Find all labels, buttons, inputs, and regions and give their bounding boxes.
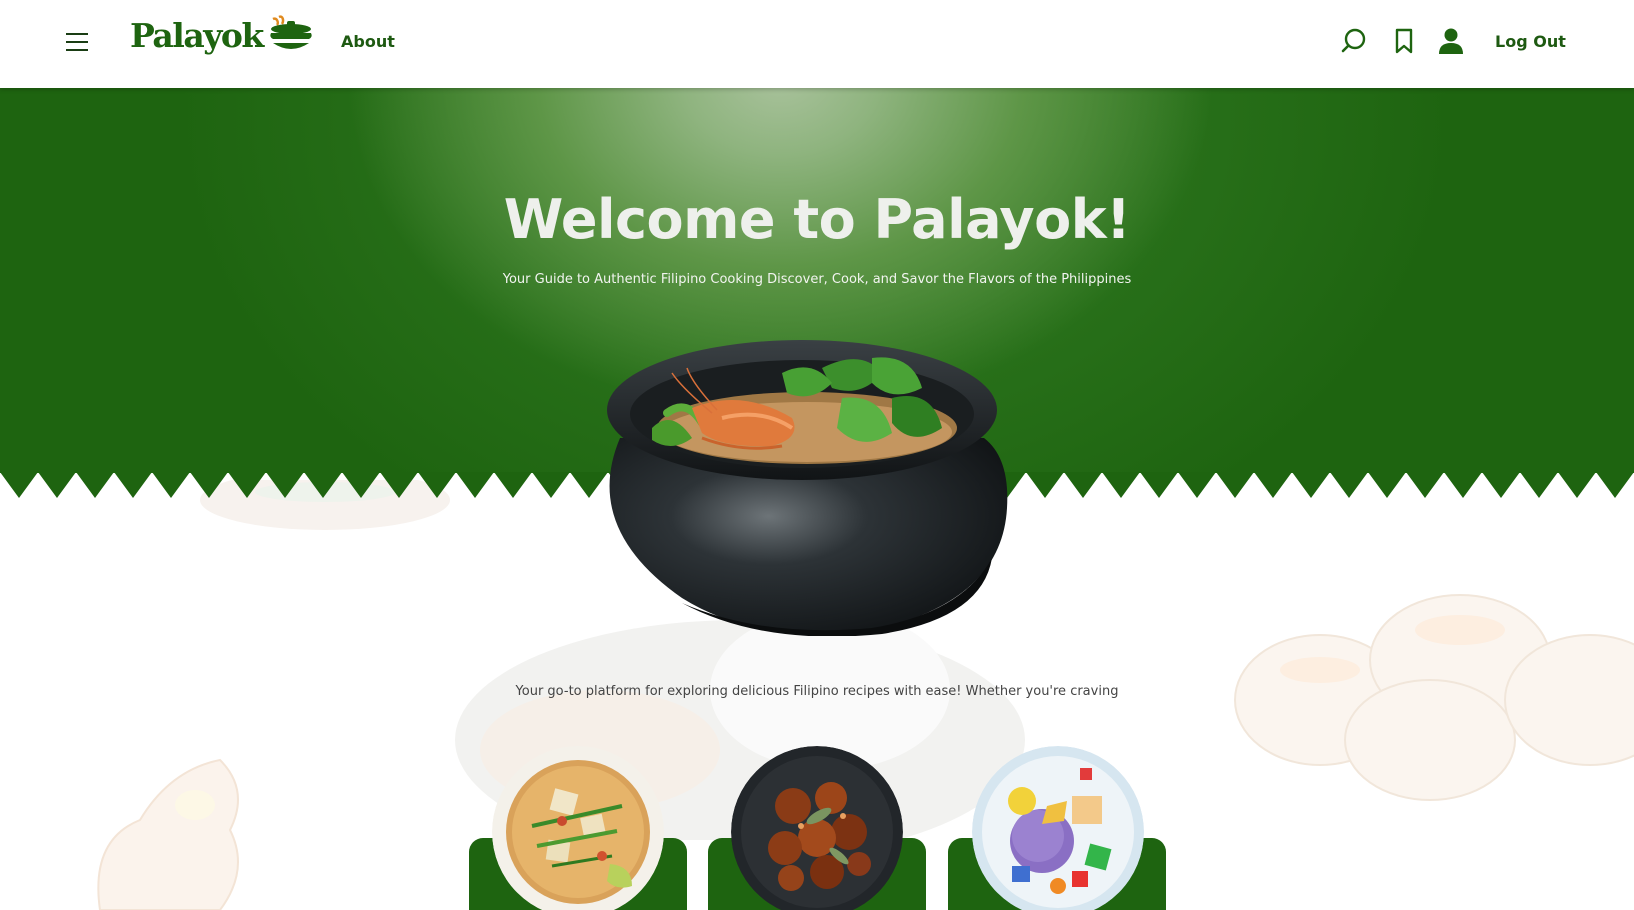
top-navbar: Palayok About Log Out: [0, 0, 1634, 88]
hero-subtitle: Your Guide to Authentic Filipino Cooking…: [502, 272, 1132, 287]
user-icon[interactable]: [1436, 26, 1466, 56]
clay-pot-sinigang-image: [607, 340, 1008, 636]
halo-halo-dessert-image[interactable]: [972, 746, 1144, 910]
search-icon[interactable]: [1339, 26, 1369, 56]
sinigang-bowl-image[interactable]: [492, 746, 664, 910]
menu-icon[interactable]: [66, 33, 88, 53]
logout-button[interactable]: Log Out: [1495, 32, 1566, 51]
clay-pot-logo-icon: [268, 14, 313, 49]
logo-text: Palayok: [130, 16, 264, 55]
background-pastry-illustration: [97, 758, 239, 910]
hero-title: Welcome to Palayok!: [503, 188, 1131, 251]
intro-description: Your go-to platform for exploring delici…: [515, 684, 1119, 699]
adobo-bowl-image[interactable]: [731, 746, 903, 910]
bookmark-icon[interactable]: [1389, 26, 1419, 56]
background-buns-illustration: [1234, 594, 1634, 801]
site-logo[interactable]: Palayok: [130, 14, 315, 55]
nav-link-about[interactable]: About: [341, 32, 395, 51]
